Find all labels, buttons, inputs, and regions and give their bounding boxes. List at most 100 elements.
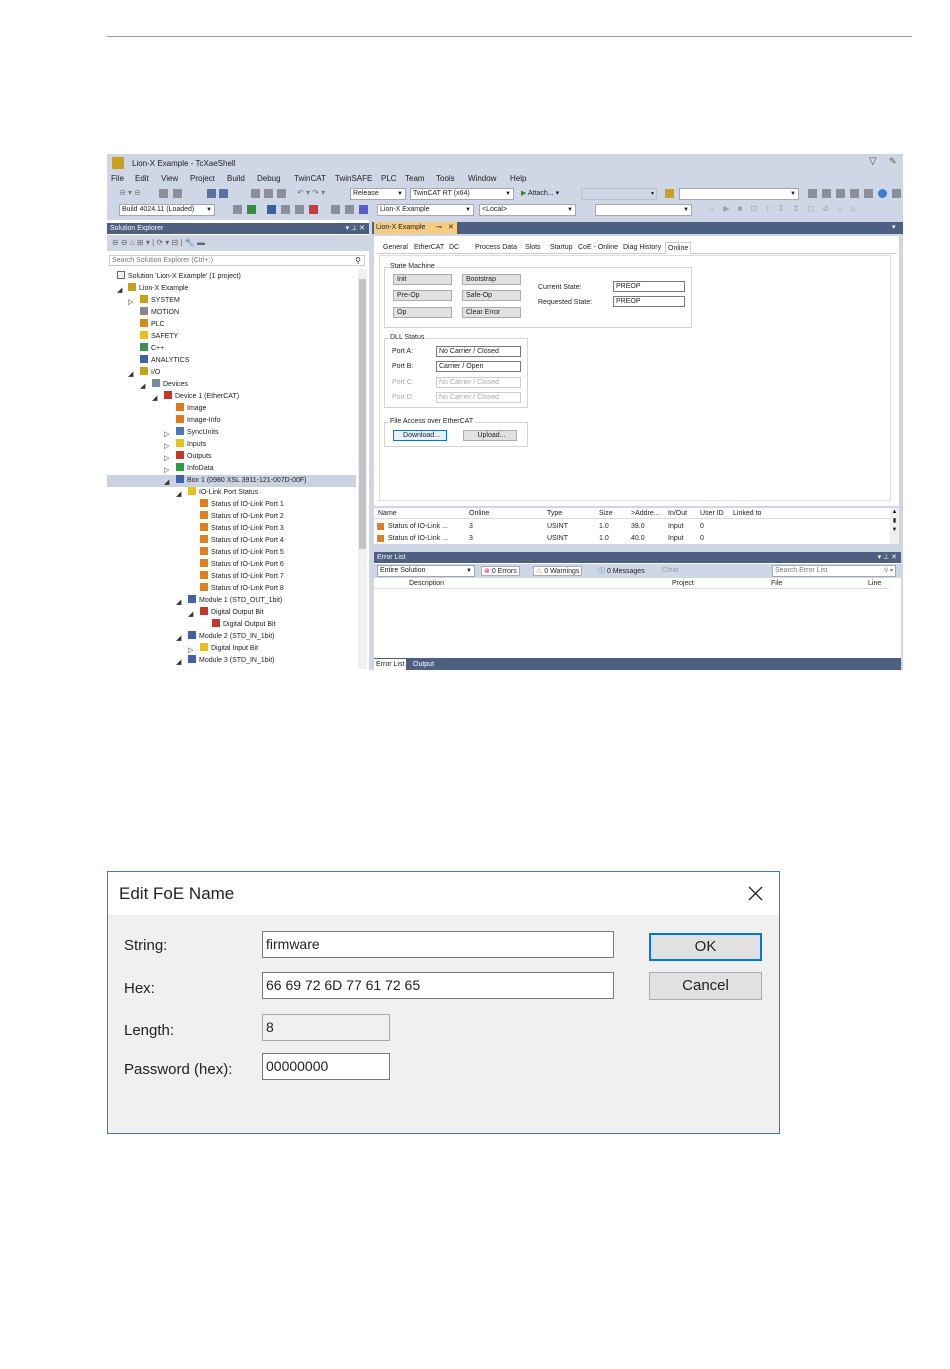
tab-general[interactable]: General xyxy=(381,242,410,254)
menu-window[interactable]: Window xyxy=(468,174,496,183)
tab-slots[interactable]: Slots xyxy=(523,242,543,254)
tools-icon-4[interactable] xyxy=(850,189,859,198)
tree-item[interactable]: Status of IO-Link Port 6 xyxy=(200,559,284,571)
tree-item[interactable]: Devices xyxy=(152,379,188,391)
tree-item[interactable]: Module 1 (STD_OUT_1bit) xyxy=(188,595,282,607)
col-address[interactable]: >Addre... xyxy=(631,510,660,517)
collapsed-arrow-icon[interactable]: ▷ xyxy=(128,297,133,309)
safeop-button[interactable]: Safe-Op xyxy=(462,290,521,301)
tree-item[interactable]: Digital Output Bit xyxy=(212,619,276,631)
tree-item[interactable]: InfoData xyxy=(176,463,213,475)
expanded-arrow-icon[interactable]: ◢ xyxy=(152,393,157,405)
home-icon[interactable]: ⊖ ⊖ ⌂ ⊞ ▾ | ⟳ ▾ ⊟ | 🔧 ▬ xyxy=(112,238,205,247)
tab-error-list[interactable]: Error List xyxy=(374,659,407,670)
tree-item[interactable]: SYSTEM xyxy=(140,295,180,307)
nav-back-icon[interactable]: ⊖ ▾ ⊖ xyxy=(119,188,141,197)
collapsed-arrow-icon[interactable]: ▷ xyxy=(164,441,169,453)
expanded-arrow-icon[interactable]: ◢ xyxy=(117,285,122,297)
pin-icon[interactable]: ▾ ⊥ ✕ xyxy=(346,223,365,234)
table-row[interactable]: Status of IO-Link ... 3 USINT 1.0 39.0 I… xyxy=(374,521,890,532)
tools-icon-1[interactable] xyxy=(808,189,817,198)
tree-item[interactable]: Module 3 (STD_IN_1bit) xyxy=(188,655,274,667)
upload-button[interactable]: Upload... xyxy=(463,430,517,441)
menu-team[interactable]: Team xyxy=(405,174,425,183)
error-search-box[interactable]: Search Error List ⚲ ▾ xyxy=(772,565,896,577)
tab-process-data[interactable]: Process Data xyxy=(473,242,519,254)
clear-error-button[interactable]: Clear Error xyxy=(462,307,521,318)
save-all-icon[interactable] xyxy=(219,189,228,198)
col-online[interactable]: Online xyxy=(469,510,489,517)
tools-icon-3[interactable] xyxy=(836,189,845,198)
col-type[interactable]: Type xyxy=(547,510,562,517)
tab-online[interactable]: Online xyxy=(665,242,692,254)
tab-pin-icon[interactable]: ⊸ xyxy=(436,222,442,234)
tree-item[interactable]: Status of IO-Link Port 3 xyxy=(200,523,284,535)
platform-select[interactable]: TwinCAT RT (x64) ▼ xyxy=(410,188,514,200)
menu-twincat[interactable]: TwinCAT xyxy=(294,174,326,183)
cancel-button[interactable]: Cancel xyxy=(649,972,762,1000)
bootstrap-button[interactable]: Bootstrap xyxy=(462,274,521,285)
tree-item[interactable]: I/O xyxy=(140,367,160,379)
menu-twinsafe[interactable]: TwinSAFE xyxy=(335,174,372,183)
tree-item[interactable]: Solution 'Lion-X Example' (1 project) xyxy=(117,271,241,283)
tree-item[interactable]: Inputs xyxy=(176,439,206,451)
tree-item[interactable]: Lion-X Example xyxy=(128,283,188,295)
cut-icon[interactable] xyxy=(251,189,260,198)
safety-icon[interactable] xyxy=(359,205,368,214)
reload-icon[interactable] xyxy=(281,205,290,214)
hex-input[interactable]: 66 69 72 6D 77 61 72 65 xyxy=(262,972,614,999)
expanded-arrow-icon[interactable]: ◢ xyxy=(176,633,181,645)
tab-dc[interactable]: DC xyxy=(447,242,461,254)
tree-item[interactable]: ANALYTICS xyxy=(140,355,189,367)
menu-project[interactable]: Project xyxy=(190,174,215,183)
activate-config-icon[interactable] xyxy=(233,205,242,214)
tree-item[interactable]: Status of IO-Link Port 5 xyxy=(200,547,284,559)
preop-button[interactable]: Pre-Op xyxy=(393,290,452,301)
config-select[interactable]: Release ▼ xyxy=(350,188,406,200)
copy-icon[interactable] xyxy=(264,189,273,198)
show-online-icon[interactable] xyxy=(331,205,340,214)
save-icon[interactable] xyxy=(207,189,216,198)
expanded-arrow-icon[interactable]: ◢ xyxy=(128,369,133,381)
col-file[interactable]: File xyxy=(771,580,782,587)
find-icon[interactable] xyxy=(665,189,674,198)
tab-close-icon[interactable]: ✕ xyxy=(448,222,454,234)
col-name[interactable]: Name xyxy=(378,510,397,517)
col-inout[interactable]: In/Out xyxy=(668,510,687,517)
string-input[interactable]: firmware xyxy=(262,931,614,958)
toggle-freerun-icon[interactable] xyxy=(309,205,318,214)
tab-startup[interactable]: Startup xyxy=(548,242,575,254)
paste-icon[interactable] xyxy=(277,189,286,198)
tree-item[interactable]: Status of IO-Link Port 2 xyxy=(200,511,284,523)
close-icon[interactable] xyxy=(748,886,763,901)
col-line[interactable]: Line xyxy=(868,580,881,587)
messages-filter[interactable]: ⓘ 0 Messages xyxy=(596,566,647,576)
table-row[interactable]: Status of IO-Link ... 3 USINT 1.0 40.0 I… xyxy=(374,533,890,544)
expanded-arrow-icon[interactable]: ◢ xyxy=(140,381,145,393)
expanded-arrow-icon[interactable]: ◢ xyxy=(176,489,181,501)
tree-item[interactable]: Image-Info xyxy=(176,415,220,427)
editor-dropdown-icon[interactable]: ▾ xyxy=(892,223,896,231)
tree-item[interactable]: Outputs xyxy=(176,451,212,463)
find-box[interactable]: ▼ xyxy=(679,188,799,200)
errors-filter[interactable]: ⊗ 0 Errors xyxy=(481,566,520,576)
expanded-arrow-icon[interactable]: ◢ xyxy=(176,597,181,609)
col-user-id[interactable]: User ID xyxy=(700,510,724,517)
doc-tab-lion-x[interactable]: Lion-X Example ⊸ ✕ xyxy=(374,222,457,234)
tab-output[interactable]: Output xyxy=(411,659,436,670)
expanded-arrow-icon[interactable]: ◢ xyxy=(164,477,169,489)
col-description[interactable]: Description xyxy=(409,580,444,587)
tree-item[interactable]: Status of IO-Link Port 8 xyxy=(200,583,284,595)
expanded-arrow-icon[interactable]: ◢ xyxy=(176,657,181,669)
build-select[interactable]: Build 4024.11 (Loaded) ▼ xyxy=(119,204,215,216)
menu-build[interactable]: Build xyxy=(227,174,245,183)
menu-help[interactable]: Help xyxy=(510,174,526,183)
tree-item[interactable]: Image xyxy=(176,403,206,415)
tools-icon-6[interactable] xyxy=(878,189,887,198)
col-project[interactable]: Project xyxy=(672,580,694,587)
password-input[interactable]: 00000000 xyxy=(262,1053,390,1080)
grid-icon[interactable] xyxy=(345,205,354,214)
col-linked-to[interactable]: Linked to xyxy=(733,510,761,517)
solution-explorer-search-input[interactable]: Search Solution Explorer (Ctrl+;) xyxy=(112,257,213,264)
tree-item-box1[interactable]: Box 1 (0980 XSL 3911-121-007D-00F) xyxy=(176,475,306,487)
